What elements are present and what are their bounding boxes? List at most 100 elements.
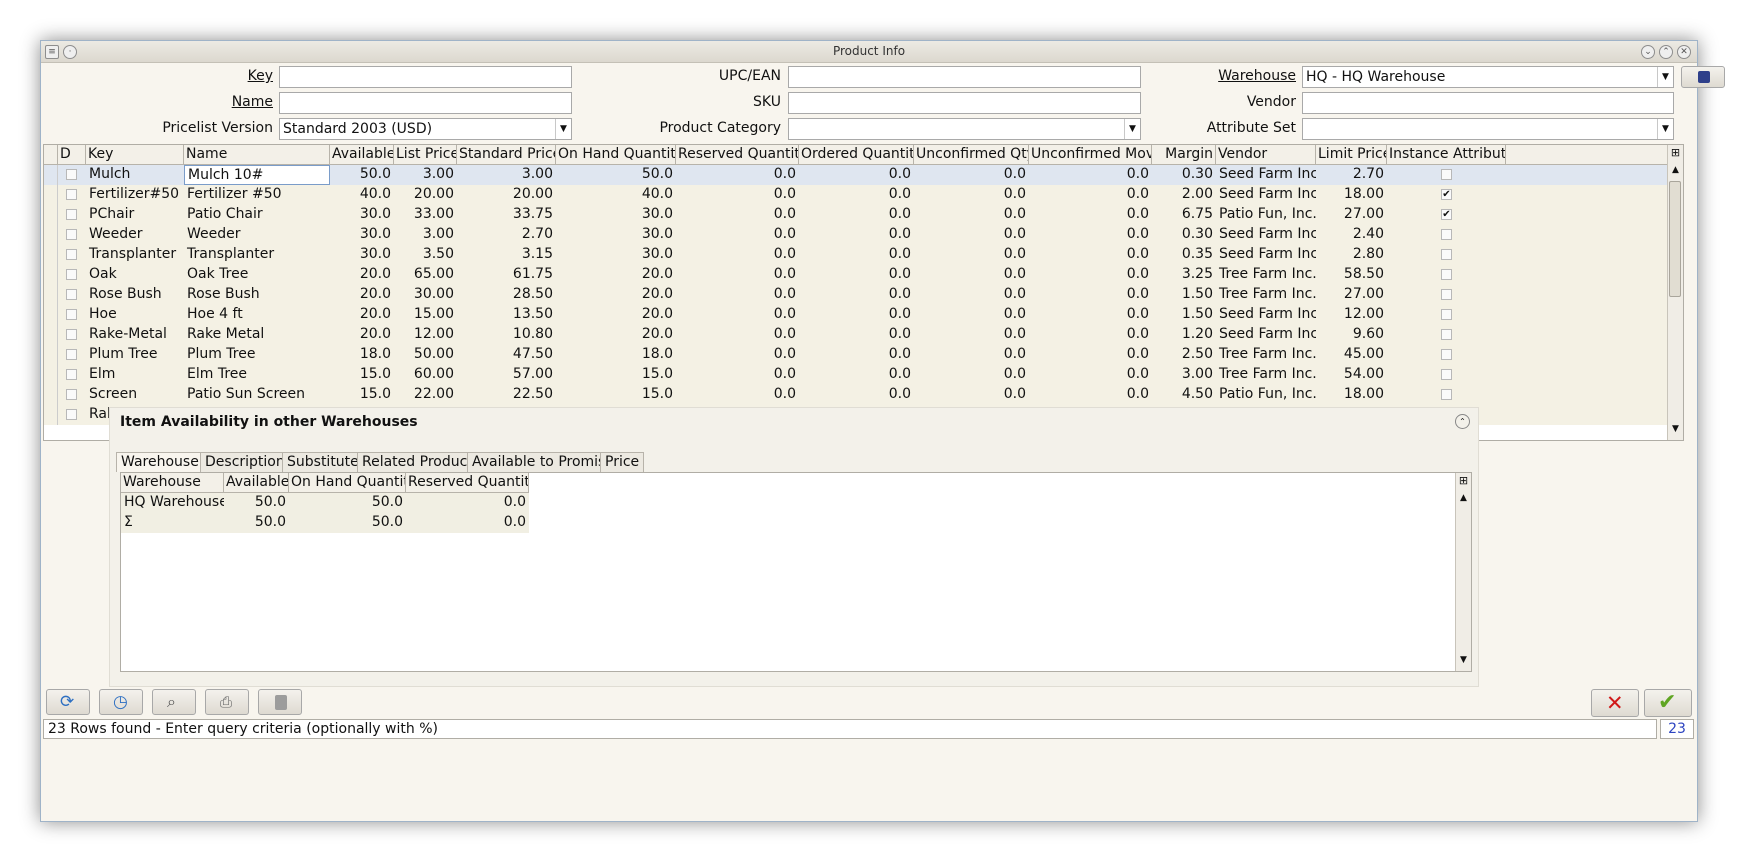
warehouse-lookup-button[interactable] bbox=[1681, 66, 1725, 88]
close-icon[interactable]: ✕ bbox=[1677, 45, 1691, 59]
instance-attribute-checkbox[interactable] bbox=[1441, 369, 1452, 380]
scroll-down-icon[interactable]: ▼ bbox=[1668, 424, 1683, 438]
row-selector[interactable] bbox=[44, 245, 58, 265]
table-row[interactable]: Screen Patio Sun Screen 15.0 22.00 22.50 15.0… bbox=[44, 385, 1667, 405]
instance-attribute-checkbox[interactable] bbox=[1441, 309, 1452, 320]
tab-price[interactable]: Price bbox=[600, 452, 645, 472]
upc-input[interactable] bbox=[788, 66, 1141, 88]
discontinued-checkbox[interactable] bbox=[66, 249, 77, 260]
row-selector[interactable] bbox=[44, 365, 58, 385]
instance-attribute-checkbox[interactable] bbox=[1441, 349, 1452, 360]
column-header[interactable]: Instance Attribute bbox=[1387, 145, 1506, 165]
column-chooser-icon[interactable]: ⊞ bbox=[1669, 146, 1682, 162]
tab-description[interactable]: Description bbox=[200, 452, 290, 472]
column-header[interactable]: Unconfirmed Move bbox=[1029, 145, 1152, 165]
table-row[interactable]: PChair Patio Chair 30.0 33.00 33.75 30.0 0.0 0.… bbox=[44, 205, 1667, 225]
table-row[interactable]: Mulch Mulch 10# 50.0 3.00 3.00 50.0 0.0 0.0 0.0 0… bbox=[44, 165, 1667, 185]
table-row[interactable]: Hoe Hoe 4 ft 20.0 15.00 13.50 20.0 0.0 0.0 0.0 0.… bbox=[44, 305, 1667, 325]
tab-substitute[interactable]: Substitute bbox=[282, 452, 364, 472]
discontinued-checkbox[interactable] bbox=[66, 409, 77, 420]
table-row[interactable]: Plum Tree Plum Tree 18.0 50.00 47.50 18.0 0.0 0… bbox=[44, 345, 1667, 365]
discontinued-checkbox[interactable] bbox=[66, 189, 77, 200]
table-row[interactable]: HQ Warehouse 50.0 50.0 0.0 bbox=[121, 493, 529, 513]
discontinued-checkbox[interactable] bbox=[66, 289, 77, 300]
instance-attribute-checkbox[interactable] bbox=[1441, 229, 1452, 240]
column-header[interactable]: Available bbox=[224, 473, 289, 493]
column-chooser-icon[interactable]: ⊞ bbox=[1457, 474, 1470, 490]
column-header[interactable]: Limit Price bbox=[1316, 145, 1387, 165]
cancel-button[interactable]: ✕ bbox=[1591, 689, 1639, 717]
column-header[interactable]: Name bbox=[184, 145, 330, 165]
column-header[interactable]: Ordered Quantity bbox=[799, 145, 914, 165]
collapse-icon[interactable]: ⌃ bbox=[1455, 414, 1470, 429]
row-selector[interactable] bbox=[44, 205, 58, 225]
discontinued-checkbox[interactable] bbox=[66, 329, 77, 340]
minimize-icon[interactable]: ⌄ bbox=[1641, 45, 1655, 59]
row-selector[interactable] bbox=[44, 285, 58, 305]
chevron-down-icon[interactable]: ▼ bbox=[1124, 119, 1140, 139]
sku-input[interactable] bbox=[788, 92, 1141, 114]
discontinued-checkbox[interactable] bbox=[66, 229, 77, 240]
scroll-up-icon[interactable]: ▲ bbox=[1668, 165, 1683, 179]
instance-attribute-checkbox[interactable] bbox=[1441, 169, 1452, 180]
scroll-thumb[interactable] bbox=[1669, 181, 1681, 297]
table-row[interactable]: Σ 50.0 50.0 0.0 bbox=[121, 513, 529, 533]
row-selector[interactable] bbox=[44, 385, 58, 405]
column-header[interactable]: On Hand Quantity bbox=[289, 473, 406, 493]
column-header[interactable]: Available bbox=[330, 145, 394, 165]
row-selector[interactable] bbox=[44, 325, 58, 345]
row-count[interactable]: 23 bbox=[1660, 719, 1694, 739]
name-input[interactable] bbox=[279, 92, 572, 114]
refresh-button[interactable]: ⟳ bbox=[46, 689, 90, 715]
row-selector[interactable] bbox=[44, 305, 58, 325]
table-row[interactable]: Rake-Metal Rake Metal 20.0 12.00 10.80 20.0 0.… bbox=[44, 325, 1667, 345]
warehouse-select[interactable]: HQ - HQ Warehouse ▼ bbox=[1302, 66, 1674, 88]
grid-scrollbar[interactable]: ⊞ ▲ ▼ bbox=[1667, 145, 1683, 440]
table-row[interactable]: Weeder Weeder 30.0 3.00 2.70 30.0 0.0 0.0 0.0 0.0… bbox=[44, 225, 1667, 245]
history-button[interactable]: ◷ bbox=[99, 689, 143, 715]
table-row[interactable]: Elm Elm Tree 15.0 60.00 57.00 15.0 0.0 0.0 0.0 0.… bbox=[44, 365, 1667, 385]
column-header[interactable]: On Hand Quantity bbox=[556, 145, 676, 165]
row-selector[interactable] bbox=[44, 405, 58, 425]
table-row[interactable]: Rose Bush Rose Bush 20.0 30.00 28.50 20.0 0.0 0… bbox=[44, 285, 1667, 305]
instance-attribute-checkbox[interactable] bbox=[1441, 249, 1452, 260]
ok-button[interactable]: ✔ bbox=[1644, 689, 1692, 717]
scroll-up-icon[interactable]: ▲ bbox=[1456, 493, 1471, 507]
tab-available-to-promise[interactable]: Available to Promise bbox=[467, 452, 619, 472]
tab-warehouse[interactable]: Warehouse bbox=[116, 452, 204, 472]
column-header[interactable]: Warehouse bbox=[121, 473, 224, 493]
column-header[interactable]: Reserved Quantity bbox=[406, 473, 529, 493]
instance-attribute-checkbox[interactable]: ✔ bbox=[1441, 189, 1452, 200]
delete-button[interactable] bbox=[258, 689, 302, 715]
instance-attribute-checkbox[interactable]: ✔ bbox=[1441, 209, 1452, 220]
discontinued-checkbox[interactable] bbox=[66, 309, 77, 320]
warehouse-grid[interactable]: Warehouse Available On Hand Quantity Reserv… bbox=[120, 472, 1472, 672]
warehouse-grid-scrollbar[interactable]: ⊞ ▲ ▼ bbox=[1455, 473, 1471, 671]
column-header[interactable]: Vendor bbox=[1216, 145, 1316, 165]
column-header[interactable]: Standard Price bbox=[457, 145, 556, 165]
discontinued-checkbox[interactable] bbox=[66, 369, 77, 380]
vendor-input[interactable] bbox=[1302, 92, 1674, 114]
instance-attribute-checkbox[interactable] bbox=[1441, 389, 1452, 400]
column-header[interactable]: Reserved Quantity bbox=[676, 145, 799, 165]
row-selector[interactable] bbox=[44, 265, 58, 285]
table-row[interactable]: Fertilizer#50 Fertilizer #50 40.0 20.00 20.0… bbox=[44, 185, 1667, 205]
product-grid[interactable]: D Key Name Available List Price Standard Pric… bbox=[43, 144, 1684, 441]
instance-attribute-checkbox[interactable] bbox=[1441, 329, 1452, 340]
category-select[interactable]: ▼ bbox=[788, 118, 1141, 140]
scroll-down-icon[interactable]: ▼ bbox=[1456, 655, 1471, 669]
column-header[interactable]: Unconfirmed Qty bbox=[914, 145, 1029, 165]
column-header[interactable]: List Price bbox=[394, 145, 457, 165]
column-header[interactable]: Key bbox=[86, 145, 184, 165]
row-selector[interactable] bbox=[44, 225, 58, 245]
key-input[interactable] bbox=[279, 66, 572, 88]
discontinued-checkbox[interactable] bbox=[66, 389, 77, 400]
instance-attribute-checkbox[interactable] bbox=[1441, 289, 1452, 300]
chevron-down-icon[interactable]: ▼ bbox=[555, 119, 571, 139]
product-name[interactable]: Mulch 10# bbox=[184, 165, 330, 185]
zoom-button[interactable]: ⌕ bbox=[152, 689, 196, 715]
table-row[interactable]: Oak Oak Tree 20.0 65.00 61.75 20.0 0.0 0.0 0.0 0.… bbox=[44, 265, 1667, 285]
discontinued-checkbox[interactable] bbox=[66, 269, 77, 280]
row-selector[interactable] bbox=[44, 165, 58, 185]
instance-attribute-checkbox[interactable] bbox=[1441, 269, 1452, 280]
